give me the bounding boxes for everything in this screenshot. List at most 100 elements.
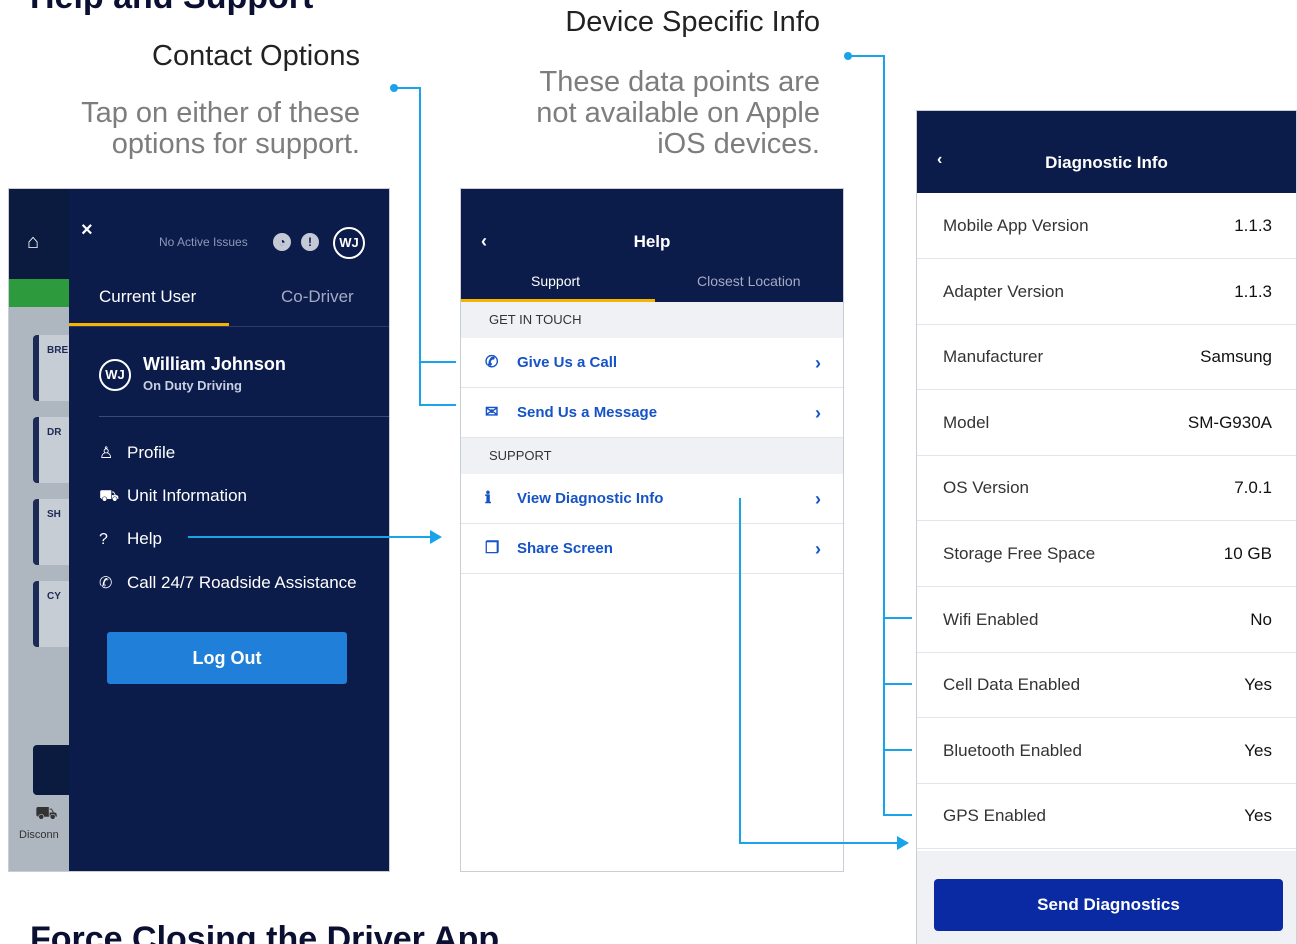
diagnostic-header: ‹ Diagnostic Info xyxy=(917,111,1296,193)
contact-callout-title: Contact Options xyxy=(152,40,360,72)
diagnostic-key: Cell Data Enabled xyxy=(943,675,1081,695)
diagnostic-row: Wifi Enabled No xyxy=(917,587,1296,653)
device-callout-line: not available on Apple xyxy=(536,97,820,129)
drawer-menu-screen: ⌂ BRE DR SH CY ⛟ Disconn × No Active Iss… xyxy=(8,188,390,872)
diagnostic-value: 10 GB xyxy=(1223,544,1272,563)
driver-duty-status: On Duty Driving xyxy=(143,378,242,393)
side-drawer: × No Active Issues ◔ ! WJ Current User C… xyxy=(69,189,389,871)
arrow-head-icon xyxy=(897,836,909,850)
menu-item-roadside-assistance[interactable]: ✆ Call 24/7 Roadside Assistance xyxy=(99,573,357,593)
device-callout-description: These data points are not available on A… xyxy=(536,67,820,160)
diagnostic-value: Samsung xyxy=(1200,347,1272,367)
contact-callout-line: Tap on either of these xyxy=(81,97,360,129)
diagnostic-value: Yes xyxy=(1244,740,1272,760)
diagnostic-value: 1.1.3 xyxy=(1234,216,1272,235)
diagnostic-key: GPS Enabled xyxy=(943,806,1047,826)
help-screen: ‹ Help Support Closest Location GET IN T… xyxy=(460,188,844,872)
give-us-a-call-row[interactable]: ✆ Give Us a Call › xyxy=(461,338,843,388)
share-screen-row[interactable]: ❐ Share Screen › xyxy=(461,524,843,574)
help-icon: ? xyxy=(99,531,108,548)
home-icon[interactable]: ⌂ xyxy=(27,231,39,254)
status-card-label: BRE xyxy=(47,345,69,356)
share-screen-icon: ❐ xyxy=(485,540,500,557)
send-diagnostics-button[interactable]: Send Diagnostics xyxy=(934,879,1283,931)
person-icon: ♙ xyxy=(99,445,114,462)
driver-avatar: WJ xyxy=(99,359,131,391)
diagnostic-key: Adapter Version xyxy=(943,281,1064,301)
diagnostic-row: Mobile App Version 1.1.3 xyxy=(917,193,1296,259)
arrow-head-icon xyxy=(430,530,442,544)
row-label: Give Us a Call xyxy=(517,354,618,371)
menu-item-profile[interactable]: ♙ Profile xyxy=(99,443,175,463)
phone-icon: ✆ xyxy=(99,575,113,592)
logout-button[interactable]: Log Out xyxy=(107,632,347,684)
menu-item-help[interactable]: ? Help xyxy=(99,529,162,549)
diagnostic-row: Cell Data Enabled Yes xyxy=(917,652,1296,719)
status-card-label: DR xyxy=(47,427,62,438)
page-title: Help xyxy=(633,232,671,251)
diagnostic-value: Yes xyxy=(1244,806,1272,826)
menu-item-label: Help xyxy=(127,529,162,548)
page-title: Diagnostic Info xyxy=(1045,153,1168,172)
menu-item-label: Call 24/7 Roadside Assistance xyxy=(127,573,357,592)
page-heading-top: Help and Support xyxy=(30,0,313,17)
tab-co-driver[interactable]: Co-Driver xyxy=(281,287,354,307)
driver-name: William Johnson xyxy=(143,354,286,374)
contact-callout-description: Tap on either of these options for suppo… xyxy=(81,98,360,160)
diagnostic-value: SM-G930A xyxy=(1187,412,1272,432)
diagnostic-value: 1.1.3 xyxy=(1234,281,1272,301)
diagnostic-key: OS Version xyxy=(943,478,1029,498)
menu-item-label: Profile xyxy=(127,443,176,462)
view-diagnostic-info-row[interactable]: ℹ View Diagnostic Info › xyxy=(461,474,843,524)
diagnostic-key: Manufacturer xyxy=(943,347,1044,367)
close-icon[interactable]: × xyxy=(81,219,93,242)
row-label: Send Us a Message xyxy=(517,404,658,421)
device-callout-line xyxy=(848,55,912,816)
send-us-a-message-row[interactable]: ✉ Send Us a Message › xyxy=(461,388,843,438)
menu-item-unit-information[interactable]: ⛟ Unit Information xyxy=(99,486,247,507)
tab-closest-location[interactable]: Closest Location xyxy=(697,273,801,289)
row-label: Share Screen xyxy=(517,540,613,557)
diagnostic-row: Storage Free Space 10 GB xyxy=(917,521,1296,587)
device-callout-line: These data points are xyxy=(539,66,820,98)
user-avatar[interactable]: WJ xyxy=(333,227,365,259)
help-header: ‹ Help Support Closest Location xyxy=(461,189,843,302)
diagnostic-value: No xyxy=(1250,609,1272,629)
diagnostics-icon[interactable]: ◔ xyxy=(273,233,291,251)
diagnostic-key: Mobile App Version xyxy=(943,216,1089,235)
info-icon: ℹ xyxy=(485,490,492,507)
divider xyxy=(99,416,389,417)
diagnostic-row: OS Version 7.0.1 xyxy=(917,455,1296,522)
diagnostic-key: Wifi Enabled xyxy=(943,609,1039,629)
callout-dot xyxy=(844,52,852,60)
disconnect-label: Disconn xyxy=(19,829,59,841)
diagnostic-key: Model xyxy=(943,412,990,432)
callout-dot xyxy=(390,84,398,92)
tab-current-user[interactable]: Current User xyxy=(99,287,196,307)
no-active-issues-label: No Active Issues xyxy=(159,235,248,249)
section-header-get-in-touch: GET IN TOUCH xyxy=(461,302,843,338)
chevron-right-icon: › xyxy=(815,539,821,559)
phone-icon: ✆ xyxy=(485,354,499,371)
diagnostic-info-screen: ‹ Diagnostic Info Mobile App Version 1.1.… xyxy=(916,110,1297,944)
truck-icon: ⛟ xyxy=(35,803,58,823)
alert-icon[interactable]: ! xyxy=(301,233,319,251)
diagnostic-row: Model SM-G930A xyxy=(917,390,1296,456)
contact-callout-line: options for support. xyxy=(111,128,360,160)
tab-divider xyxy=(69,326,389,327)
diagnostic-row: Adapter Version 1.1.3 xyxy=(917,259,1296,325)
diagnostic-key: Storage Free Space xyxy=(943,544,1096,563)
tab-support[interactable]: Support xyxy=(531,273,580,289)
diagnostic-value: 7.0.1 xyxy=(1234,478,1272,498)
diagnostic-row: Bluetooth Enabled Yes xyxy=(917,718,1296,784)
menu-item-label: Unit Information xyxy=(127,486,247,505)
diagnostic-value: Yes xyxy=(1244,675,1272,695)
diagnostic-row: GPS Enabled Yes xyxy=(917,783,1296,850)
contact-callout-line xyxy=(394,87,456,406)
diagnostic-row: Manufacturer Samsung xyxy=(917,324,1296,391)
row-label: View Diagnostic Info xyxy=(517,490,664,507)
chevron-right-icon: › xyxy=(815,353,821,373)
mail-icon: ✉ xyxy=(485,404,499,421)
device-callout-title: Device Specific Info xyxy=(565,6,820,38)
status-card-label: SH xyxy=(47,509,61,520)
